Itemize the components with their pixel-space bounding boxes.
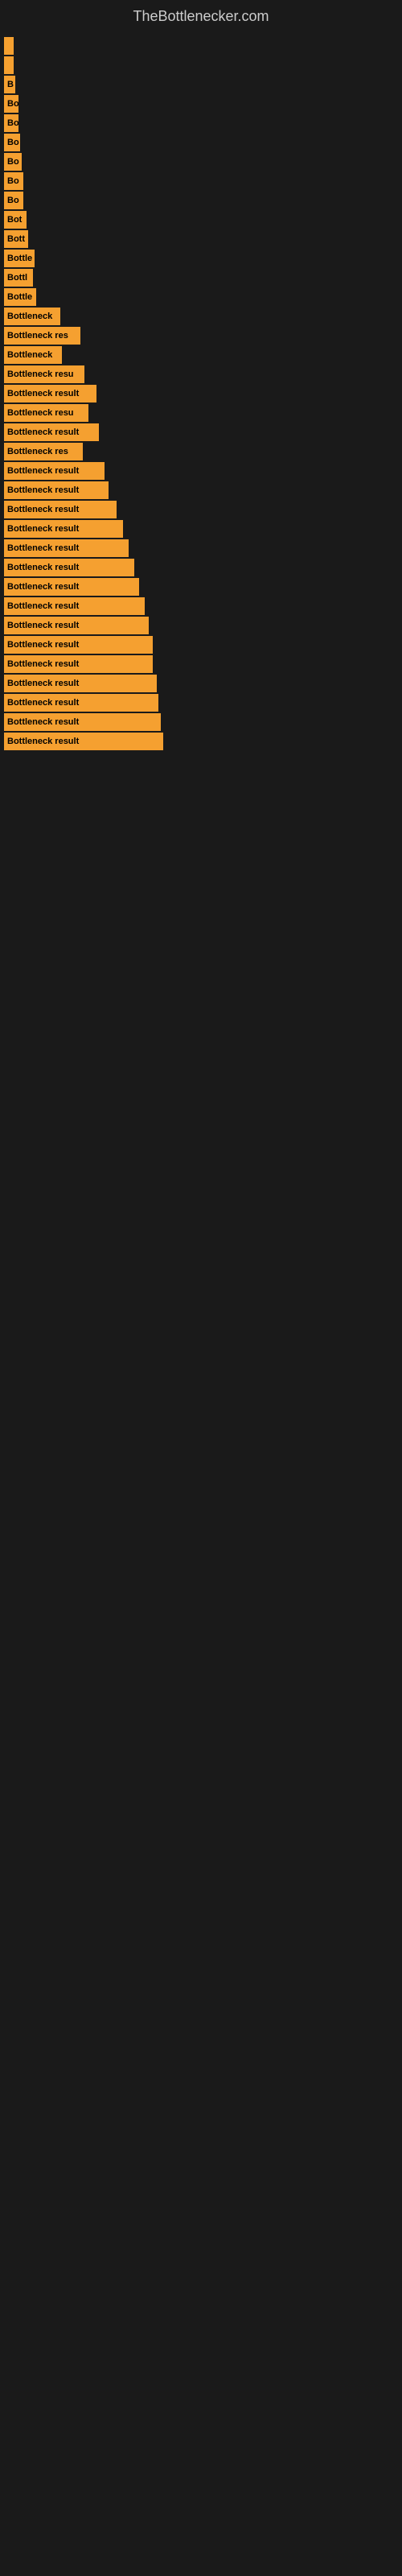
bottleneck-bar: Bottle: [4, 288, 36, 306]
bottleneck-bar: Bottleneck resu: [4, 365, 84, 383]
bottleneck-bar: Bottleneck res: [4, 327, 80, 345]
bottleneck-bar: Bottleneck result: [4, 655, 153, 673]
bar-row: Bot: [0, 211, 402, 229]
bottleneck-bar: B: [4, 76, 15, 93]
bottleneck-bar: Bottleneck res: [4, 443, 83, 460]
bottleneck-bar: Bo: [4, 172, 23, 190]
bar-row: Bottleneck result: [0, 520, 402, 538]
bar-row: Bottleneck resu: [0, 404, 402, 422]
bar-row: Bottleneck result: [0, 559, 402, 576]
bottleneck-bar: Bo: [4, 95, 18, 113]
bar-row: Bo: [0, 153, 402, 171]
bottleneck-bar: [4, 56, 14, 74]
bar-row: Bottleneck resu: [0, 365, 402, 383]
bar-row: B: [0, 76, 402, 93]
bottleneck-bar: Bottleneck result: [4, 501, 117, 518]
bar-row: Bottleneck res: [0, 327, 402, 345]
bottleneck-bar: Bottleneck result: [4, 675, 157, 692]
bar-row: Bo: [0, 172, 402, 190]
bottleneck-bar: Bottleneck result: [4, 733, 163, 750]
bar-row: Bottle: [0, 288, 402, 306]
bottleneck-bar: Bottl: [4, 269, 33, 287]
bar-row: Bottleneck result: [0, 636, 402, 654]
bar-row: Bottleneck result: [0, 539, 402, 557]
bar-row: [0, 37, 402, 55]
bottleneck-bar: Bottleneck result: [4, 539, 129, 557]
bar-row: Bottleneck result: [0, 423, 402, 441]
bottleneck-bar: Bottleneck result: [4, 578, 139, 596]
bars-container: BBoBoBoBoBoBoBotBottBottleBottlBottleBot…: [0, 29, 402, 768]
bar-row: Bottleneck result: [0, 385, 402, 402]
bar-row: Bottleneck result: [0, 655, 402, 673]
bar-row: Bottle: [0, 250, 402, 267]
bar-row: [0, 56, 402, 74]
bottleneck-bar: Bottleneck result: [4, 385, 96, 402]
bottleneck-bar: Bottleneck result: [4, 462, 105, 480]
bottleneck-bar: Bott: [4, 230, 28, 248]
bar-row: Bo: [0, 134, 402, 151]
site-title: TheBottlenecker.com: [0, 0, 402, 29]
bottleneck-bar: Bottleneck result: [4, 597, 145, 615]
bottleneck-bar: Bottleneck result: [4, 713, 161, 731]
bottleneck-bar: Bot: [4, 211, 27, 229]
bar-row: Bottleneck res: [0, 443, 402, 460]
bar-row: Bottl: [0, 269, 402, 287]
bottleneck-bar: Bottleneck result: [4, 520, 123, 538]
bar-row: Bottleneck result: [0, 462, 402, 480]
bottleneck-bar: [4, 37, 14, 55]
bar-row: Bo: [0, 114, 402, 132]
bottleneck-bar: Bottleneck result: [4, 617, 149, 634]
bar-row: Bottleneck result: [0, 694, 402, 712]
bottleneck-bar: Bottleneck resu: [4, 404, 88, 422]
bar-row: Bottleneck result: [0, 675, 402, 692]
bar-row: Bo: [0, 95, 402, 113]
bottleneck-bar: Bottleneck result: [4, 481, 109, 499]
bar-row: Bottleneck result: [0, 578, 402, 596]
bar-row: Bottleneck result: [0, 501, 402, 518]
bar-row: Bottleneck result: [0, 713, 402, 731]
bottleneck-bar: Bottleneck result: [4, 694, 158, 712]
bottleneck-bar: Bo: [4, 153, 22, 171]
bottleneck-bar: Bottleneck result: [4, 559, 134, 576]
bottleneck-bar: Bottleneck result: [4, 636, 153, 654]
bar-row: Bottleneck: [0, 308, 402, 325]
bottleneck-bar: Bottleneck result: [4, 423, 99, 441]
bottleneck-bar: Bo: [4, 192, 23, 209]
bar-row: Bott: [0, 230, 402, 248]
bar-row: Bottleneck result: [0, 481, 402, 499]
bar-row: Bo: [0, 192, 402, 209]
bottleneck-bar: Bottle: [4, 250, 35, 267]
bottleneck-bar: Bo: [4, 114, 18, 132]
bar-row: Bottleneck: [0, 346, 402, 364]
bar-row: Bottleneck result: [0, 617, 402, 634]
bottleneck-bar: Bottleneck: [4, 308, 60, 325]
bar-row: Bottleneck result: [0, 597, 402, 615]
bar-row: Bottleneck result: [0, 733, 402, 750]
bottleneck-bar: Bo: [4, 134, 20, 151]
bottleneck-bar: Bottleneck: [4, 346, 62, 364]
